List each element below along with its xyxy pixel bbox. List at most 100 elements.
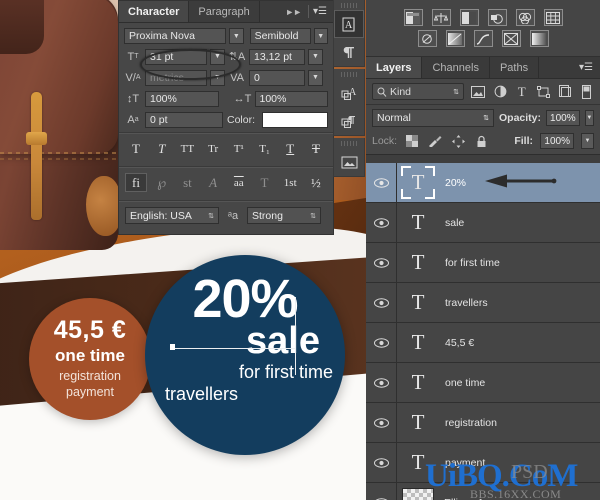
double-right-arrow-icon[interactable]: ►► xyxy=(280,1,306,22)
baseline-shift-field[interactable]: 0 pt xyxy=(145,111,223,128)
layer-thumbnail[interactable]: T xyxy=(401,366,435,399)
gradient-stripe-icon[interactable] xyxy=(445,30,465,47)
opacity-dropdown-icon[interactable]: ▼ xyxy=(584,110,594,126)
layer-name[interactable]: sale xyxy=(445,217,464,229)
small-caps-icon[interactable]: Tr xyxy=(202,139,224,158)
color-wheel-icon[interactable] xyxy=(515,9,535,26)
x-box-icon[interactable] xyxy=(501,30,521,47)
table-row[interactable]: T payment xyxy=(366,443,600,483)
underline-icon[interactable]: T xyxy=(279,139,301,158)
table-row[interactable]: T 20% xyxy=(366,163,600,203)
panel-grip-icon[interactable] xyxy=(341,3,357,8)
horizontal-scale-field[interactable]: 100% xyxy=(254,90,328,107)
halftone-icon[interactable] xyxy=(459,9,479,26)
layer-visibility-toggle[interactable] xyxy=(366,483,397,500)
leading-dropdown-icon[interactable]: ▼ xyxy=(308,48,323,65)
panel-grip-icon-3[interactable] xyxy=(341,141,357,146)
standard-ligatures-icon[interactable]: fi xyxy=(125,173,147,192)
font-style-field[interactable]: Semibold xyxy=(249,28,311,44)
vertical-scale-field[interactable]: 100% xyxy=(145,90,219,107)
stylistic-alternates-icon[interactable]: A xyxy=(202,173,224,192)
type-tool-panel-icon[interactable]: A xyxy=(334,10,364,38)
font-family-field[interactable]: Proxima Nova xyxy=(124,28,227,44)
tracking-dropdown-icon[interactable]: ▼ xyxy=(308,69,323,86)
paragraph-styles-icon[interactable] xyxy=(334,107,364,135)
adjustments-icon[interactable] xyxy=(403,9,423,26)
layer-thumbnail[interactable]: T xyxy=(401,406,435,439)
lock-all-icon[interactable] xyxy=(473,134,489,149)
layer-kind-filter[interactable]: Kind ⇅ xyxy=(372,83,464,100)
table-row[interactable]: Ellipse 1 xyxy=(366,483,600,500)
table-row[interactable]: T sale xyxy=(366,203,600,243)
font-family-dropdown-icon[interactable]: ▼ xyxy=(229,28,244,44)
layer-visibility-toggle[interactable] xyxy=(366,403,397,442)
collapsed-panel-icon-strip[interactable]: A A xyxy=(333,0,365,179)
layer-name[interactable]: Ellipse 1 xyxy=(444,497,484,500)
tab-channels[interactable]: Channels xyxy=(422,57,490,78)
fill-dropdown-icon[interactable]: ▼ xyxy=(581,133,594,149)
camera-icon[interactable] xyxy=(487,9,507,26)
layer-thumbnail[interactable]: T xyxy=(401,246,435,279)
layer-visibility-toggle[interactable] xyxy=(366,163,397,202)
text-color-swatch[interactable] xyxy=(262,111,328,128)
smart-object-filter-icon[interactable] xyxy=(558,84,573,100)
grid-icon[interactable] xyxy=(543,9,563,26)
tab-character[interactable]: Character xyxy=(119,1,190,22)
layer-name[interactable]: for first time xyxy=(445,257,500,269)
table-row[interactable]: T travellers xyxy=(366,283,600,323)
layer-thumbnail[interactable]: T xyxy=(401,446,435,479)
table-row[interactable]: T one time xyxy=(366,363,600,403)
adjustment-filter-icon[interactable] xyxy=(493,84,508,100)
no-style-icon[interactable] xyxy=(417,30,437,47)
font-style-dropdown-icon[interactable]: ▼ xyxy=(313,28,328,44)
panel-grip-icon-2[interactable] xyxy=(341,72,357,77)
titling-alternates-icon[interactable]: aa xyxy=(228,173,250,192)
strikethrough-icon[interactable]: T xyxy=(305,139,327,158)
all-caps-icon[interactable]: TT xyxy=(176,139,198,158)
lock-image-icon[interactable] xyxy=(427,134,443,149)
ordinals-1st-icon[interactable]: 1st xyxy=(279,173,301,192)
layer-name[interactable]: 45,5 € xyxy=(445,337,474,349)
antialias-select[interactable]: Strong ⇅ xyxy=(247,207,321,224)
ordinals-icon[interactable]: T xyxy=(254,173,276,192)
layer-name[interactable]: travellers xyxy=(445,297,488,309)
table-row[interactable]: T for first time xyxy=(366,243,600,283)
paragraph-panel-icon[interactable] xyxy=(334,38,364,66)
leading-field[interactable]: 13,12 pt xyxy=(249,48,305,65)
toggle-filter-icon[interactable] xyxy=(579,84,594,100)
layer-name[interactable]: 20% xyxy=(445,177,466,189)
table-row[interactable]: T registration xyxy=(366,403,600,443)
lock-transparency-icon[interactable] xyxy=(404,134,420,149)
layers-panel[interactable]: Layers Channels Paths ▾☰ Kind ⇅ T Normal… xyxy=(366,0,600,500)
faux-italic-icon[interactable]: T xyxy=(151,139,173,158)
layer-visibility-toggle[interactable] xyxy=(366,323,397,362)
tab-layers[interactable]: Layers xyxy=(366,57,423,78)
character-panel[interactable]: Character Paragraph ►► ▾☰ Proxima Nova ▼… xyxy=(118,0,334,235)
subscript-icon[interactable]: T₁ xyxy=(254,139,276,158)
layer-thumbnail[interactable]: T xyxy=(401,286,435,319)
layer-name[interactable]: one time xyxy=(445,377,485,389)
lock-position-icon[interactable] xyxy=(450,134,466,149)
tab-paragraph[interactable]: Paragraph xyxy=(189,1,260,22)
blue-sale-badge[interactable]: 20% sale for first time travellers xyxy=(145,255,345,455)
shape-filter-icon[interactable] xyxy=(536,84,551,100)
fractions-icon[interactable]: ½ xyxy=(305,173,327,192)
fill-field[interactable]: 100% xyxy=(540,133,574,149)
orange-price-badge[interactable]: 45,5 € one time registration payment xyxy=(29,298,151,420)
blend-mode-select[interactable]: Normal ⇅ xyxy=(372,109,494,127)
discretionary-ligatures-icon[interactable]: ℘ xyxy=(151,173,173,192)
character-styles-icon[interactable]: A xyxy=(334,79,364,107)
panel-menu-icon[interactable]: ▾☰ xyxy=(311,1,333,22)
opacity-field[interactable]: 100% xyxy=(546,110,580,126)
layer-name[interactable]: registration xyxy=(445,417,497,429)
layer-thumbnail[interactable]: T xyxy=(401,166,435,199)
faux-bold-icon[interactable]: T xyxy=(125,139,147,158)
layer-visibility-toggle[interactable] xyxy=(366,363,397,402)
superscript-icon[interactable]: T¹ xyxy=(228,139,250,158)
table-row[interactable]: T 45,5 € xyxy=(366,323,600,363)
type-filter-icon[interactable]: T xyxy=(514,84,529,100)
tracking-field[interactable]: 0 xyxy=(249,69,305,86)
tab-paths[interactable]: Paths xyxy=(490,57,540,78)
layer-thumbnail-shape[interactable] xyxy=(402,487,434,500)
swash-icon[interactable]: st xyxy=(176,173,198,192)
